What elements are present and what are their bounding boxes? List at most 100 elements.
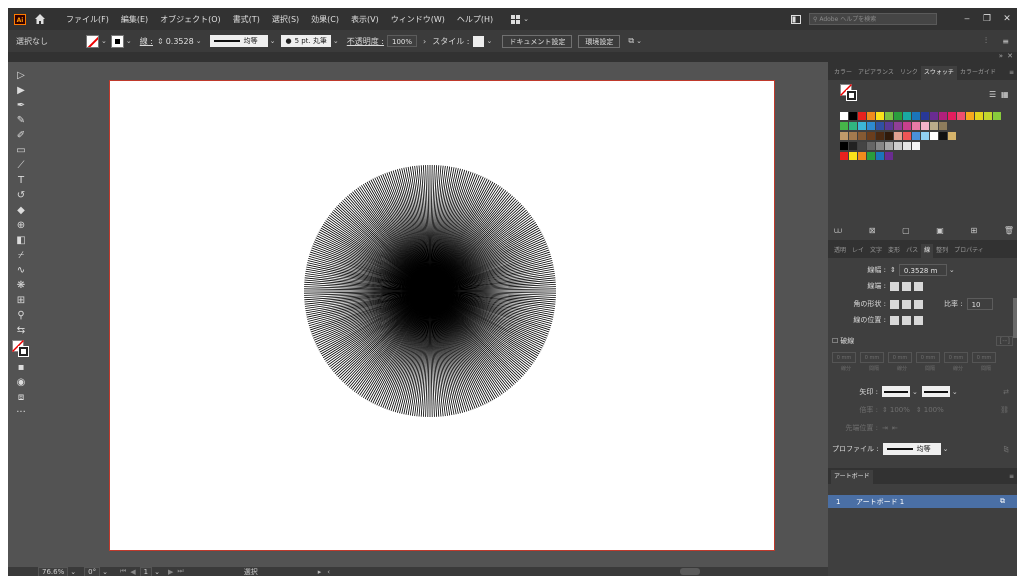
swatch-chip[interactable] <box>867 152 875 160</box>
swatch-chip[interactable] <box>903 112 911 120</box>
artboard-options-icon[interactable]: ⧉ <box>1000 497 1005 506</box>
horizontal-scrollbar[interactable] <box>680 568 700 575</box>
swatch-chip[interactable] <box>957 112 965 120</box>
chevron-down-icon[interactable]: ⌄ <box>952 388 958 396</box>
color-mode-icon[interactable]: ▪ <box>11 360 31 375</box>
chevron-down-icon[interactable]: ⌄ <box>101 37 107 45</box>
swatch-chip[interactable] <box>966 112 974 120</box>
tab-transform[interactable]: 変形 <box>885 244 903 258</box>
swatch-chip[interactable] <box>948 112 956 120</box>
tab-color[interactable]: カラー <box>831 66 855 80</box>
swatch-chip[interactable] <box>903 142 911 150</box>
swatch-chip[interactable] <box>840 152 848 160</box>
shape-builder-tool-icon[interactable]: ⊕ <box>11 218 31 233</box>
gradient-tool-icon[interactable]: ◧ <box>11 233 31 248</box>
brush-definition[interactable]: ● 5 pt. 丸筆 <box>281 35 331 47</box>
collapse-icon[interactable]: » <box>999 52 1003 60</box>
swatch-kind-icon[interactable]: ⊠ <box>869 226 876 236</box>
minimize-button[interactable]: ‒ <box>957 14 977 24</box>
round-join-icon[interactable] <box>902 299 911 309</box>
swatch-chip[interactable] <box>975 112 983 120</box>
chevron-down-icon[interactable]: ⌄ <box>523 15 529 23</box>
chevron-down-icon[interactable]: ⌄ <box>949 266 955 274</box>
swatch-chip[interactable] <box>867 122 875 130</box>
align-inside-icon[interactable] <box>902 315 911 325</box>
menu-object[interactable]: オブジェクト(O) <box>160 14 221 25</box>
swatch-chip[interactable] <box>840 122 848 130</box>
type-tool-icon[interactable]: T <box>11 173 31 188</box>
swatch-chip[interactable] <box>858 152 866 160</box>
align-outside-icon[interactable] <box>914 315 923 325</box>
align-center-icon[interactable] <box>890 315 899 325</box>
list-view-icon[interactable]: ☰ <box>989 90 996 99</box>
swatch-chip[interactable] <box>849 142 857 150</box>
symbol-sprayer-tool-icon[interactable]: ❋ <box>11 278 31 293</box>
tab-swatches[interactable]: スウォッチ <box>920 66 957 80</box>
fill-stroke-indicator[interactable] <box>11 338 31 360</box>
swatch-chip[interactable] <box>921 112 929 120</box>
bevel-join-icon[interactable] <box>914 299 923 309</box>
swatch-chip[interactable] <box>894 142 902 150</box>
tab-appearance[interactable]: アピアランス <box>855 66 897 80</box>
swatch-chip[interactable] <box>876 142 884 150</box>
panel-menu-icon[interactable]: ≡ <box>1006 66 1017 80</box>
swatch-chip[interactable] <box>885 142 893 150</box>
fill-none-swatch[interactable] <box>86 34 99 48</box>
chevron-down-icon[interactable]: ⌄ <box>486 37 492 45</box>
menu-type[interactable]: 書式(T) <box>233 14 260 25</box>
status-scroll-left-icon[interactable]: ‹ <box>327 568 330 576</box>
stepper-icon[interactable]: ⇕ <box>916 406 922 414</box>
chevron-right-icon[interactable]: › <box>423 37 426 46</box>
dash-1-field[interactable]: 0 mm <box>832 352 856 363</box>
swatch-chip[interactable] <box>921 132 929 140</box>
swatch-chip[interactable] <box>939 122 947 130</box>
graphic-style-swatch[interactable] <box>473 35 485 47</box>
swap-fill-stroke-icon[interactable]: ⇆ <box>11 323 31 338</box>
chevron-down-icon[interactable]: ⌄ <box>70 568 76 576</box>
canvas-area[interactable] <box>34 62 828 567</box>
status-arrow-icon[interactable]: ▸ <box>318 568 322 576</box>
stroke-weight-field[interactable]: 0.3528 m <box>898 264 947 276</box>
chevron-down-icon[interactable]: ⌄ <box>636 37 642 45</box>
swatch-chip[interactable] <box>993 112 1001 120</box>
rotation-field[interactable]: 0° <box>84 566 101 576</box>
arrow-tip-place-icon[interactable]: ⇤ <box>892 424 898 432</box>
swatch-chip[interactable] <box>948 132 956 140</box>
blend-tool-icon[interactable]: ∿ <box>11 263 31 278</box>
tab-layers[interactable]: レイ <box>849 244 867 258</box>
gap-1-field[interactable]: 0 mm <box>860 352 884 363</box>
round-cap-icon[interactable] <box>902 281 911 291</box>
chevron-down-icon[interactable]: ⌄ <box>196 37 202 45</box>
tab-properties[interactable]: プロパティ <box>951 244 987 258</box>
document-setup-button[interactable]: ドキュメント設定 <box>502 34 573 48</box>
stepper-icon[interactable]: ⇕ <box>890 266 896 274</box>
dash-3-field[interactable]: 0 mm <box>944 352 968 363</box>
swatch-chip[interactable] <box>849 122 857 130</box>
swatch-chip[interactable] <box>840 132 848 140</box>
dock-close-icon[interactable]: ✕ <box>1007 52 1013 60</box>
swatch-chip[interactable] <box>858 132 866 140</box>
link-scale-icon[interactable]: ⛓ <box>1000 406 1009 414</box>
swatch-chip[interactable] <box>903 122 911 130</box>
stroke-label[interactable]: 線 : <box>140 36 153 47</box>
swatch-chip[interactable] <box>912 112 920 120</box>
help-search-input[interactable]: ⚲ Adobe ヘルプを検索 <box>809 13 937 25</box>
brush-tool-icon[interactable]: ⟋ <box>11 158 31 173</box>
swatch-chip[interactable] <box>867 142 875 150</box>
swatch-chip[interactable] <box>849 132 857 140</box>
swatch-chip[interactable] <box>876 122 884 130</box>
zoom-field[interactable]: 76.6% <box>38 566 69 576</box>
eyedropper-tool-icon[interactable]: ⌿ <box>11 248 31 263</box>
arrow-tip-extend-icon[interactable]: ⇥ <box>882 424 888 432</box>
panel-scrollbar[interactable] <box>1013 298 1017 338</box>
radial-burst-artwork[interactable] <box>302 163 558 419</box>
tab-transparency[interactable]: 透明 <box>831 244 849 258</box>
menu-window[interactable]: ウィンドウ(W) <box>391 14 445 25</box>
arrange-icon[interactable]: ⧉ <box>628 36 634 46</box>
artboard-number-field[interactable]: 1 <box>139 566 153 576</box>
pen-tool-icon[interactable]: ✒ <box>11 98 31 113</box>
stepper-icon[interactable]: ⇕ <box>157 37 164 46</box>
swatch-chip[interactable] <box>903 132 911 140</box>
start-arrow-select[interactable] <box>882 386 910 397</box>
stroke-swatch[interactable] <box>110 34 124 48</box>
